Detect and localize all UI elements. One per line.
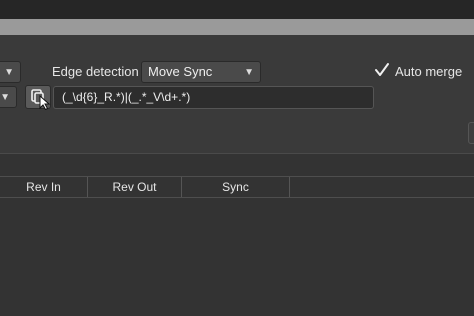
column-header-rev-out[interactable]: Rev Out	[88, 177, 182, 197]
edge-detection-select[interactable]: Move Sync ▼	[141, 61, 261, 83]
column-header-rev-in[interactable]: Rev In	[0, 177, 88, 197]
chevron-down-icon: ▼	[244, 67, 254, 78]
check-icon	[375, 63, 389, 76]
title-strip	[0, 19, 474, 35]
column-header-sync[interactable]: Sync	[182, 177, 290, 197]
pointer-cursor-icon	[39, 94, 51, 110]
auto-merge-label: Auto merge	[395, 64, 463, 79]
auto-merge-checkbox[interactable]	[374, 62, 390, 78]
edge-detection-value: Move Sync	[148, 64, 213, 79]
right-edge-control[interactable]	[468, 122, 474, 144]
regex-filter-input[interactable]: (_\d{6}_R.*)|(_.*_V\d+.*)	[53, 86, 374, 109]
edge-detection-label: Edge detection	[52, 64, 139, 79]
section-divider	[0, 153, 474, 154]
top-bar	[0, 0, 474, 19]
regex-copy-button[interactable]	[25, 85, 51, 110]
chevron-down-icon: ▼	[4, 67, 14, 78]
left-dropdown-1[interactable]: ▼	[0, 61, 21, 83]
copy-icon	[31, 89, 51, 110]
table-header: Rev In Rev Out Sync	[0, 176, 474, 198]
app-window: ▼ Edge detection Move Sync ▼ Auto merge …	[0, 0, 474, 316]
left-dropdown-2[interactable]: ▼	[0, 86, 17, 108]
chevron-down-icon: ▼	[0, 92, 10, 103]
